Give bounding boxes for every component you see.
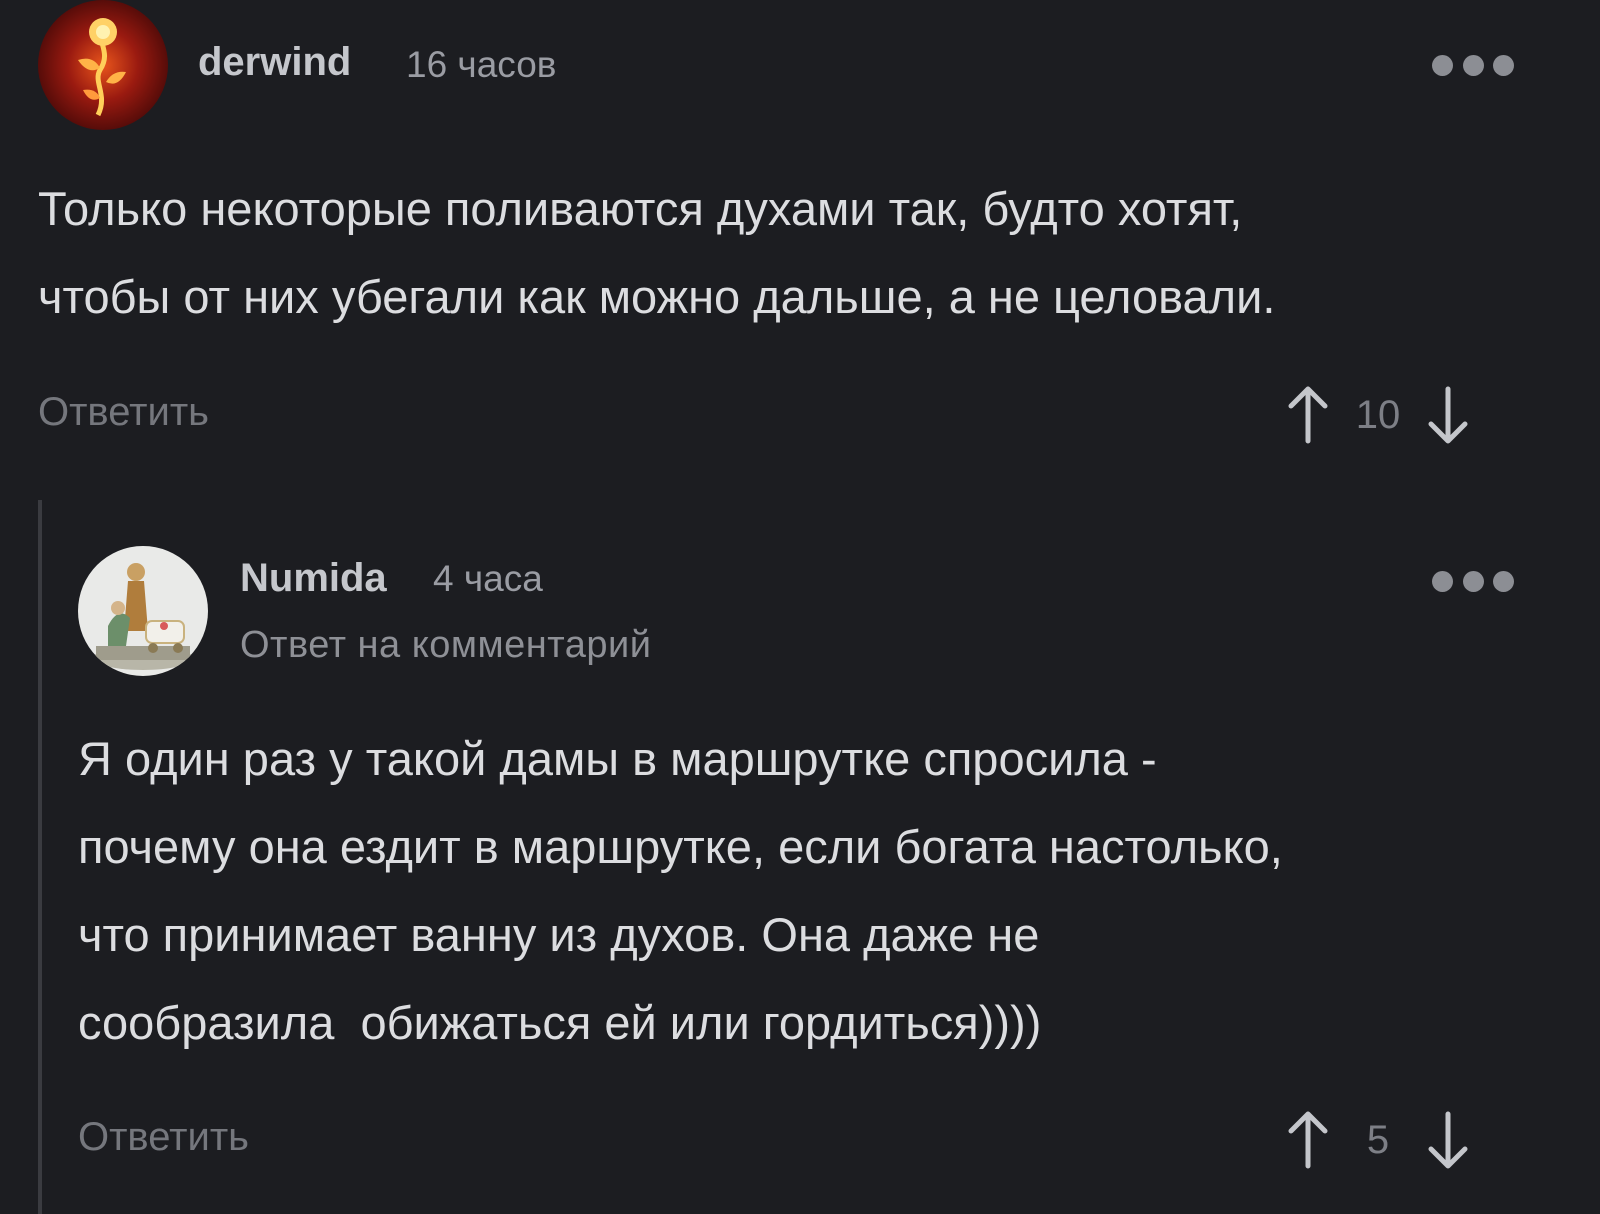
user-avatar[interactable] <box>38 0 168 130</box>
vote-controls: 5 <box>1283 1105 1473 1175</box>
reply-button[interactable]: Ответить <box>78 1115 249 1160</box>
user-avatar[interactable] <box>78 546 208 676</box>
dot <box>1432 570 1453 592</box>
reply-to-link[interactable]: Ответ на комментарий <box>240 624 652 667</box>
dot <box>1493 570 1514 592</box>
username[interactable]: Numida <box>240 556 387 601</box>
upvote-arrow-icon[interactable] <box>1283 383 1333 447</box>
comment-header: Numida 4 часа Ответ на комментарий <box>78 546 1568 690</box>
username[interactable]: derwind <box>198 40 351 85</box>
ellipsis-icon[interactable] <box>1432 568 1514 594</box>
rating-count: 10 <box>1355 392 1401 437</box>
comment-time: 4 часа <box>433 558 543 599</box>
downvote-arrow-icon[interactable] <box>1423 1108 1473 1172</box>
thread-line[interactable] <box>38 500 42 1214</box>
rating-count: 5 <box>1366 1117 1390 1162</box>
comment-thread: derwind 16 часов Только некоторые полива… <box>0 0 1600 1214</box>
comment-text: Только некоторые поливаются духами так, … <box>38 182 1276 323</box>
comment-header: derwind 16 часов <box>38 0 1568 130</box>
dot <box>1462 570 1484 592</box>
dot <box>1462 54 1484 76</box>
comment-text: Я один раз у такой дамы в маршрутке спро… <box>78 732 1283 1049</box>
upvote-arrow-icon[interactable] <box>1283 1108 1333 1172</box>
ellipsis-icon[interactable] <box>1432 52 1514 78</box>
fire-flower-avatar-icon <box>38 0 168 130</box>
vote-controls: 10 <box>1283 380 1473 450</box>
figurine-avatar-icon <box>78 546 208 676</box>
dot <box>1493 54 1514 76</box>
dot <box>1432 54 1453 76</box>
comment-derwind: derwind 16 часов Только некоторые полива… <box>38 0 1568 444</box>
comment-time: 16 часов <box>406 44 557 85</box>
comment-numida: Numida 4 часа Ответ на комментарий Я оди… <box>78 546 1568 1169</box>
reply-button[interactable]: Ответить <box>38 390 209 435</box>
downvote-arrow-icon[interactable] <box>1423 383 1473 447</box>
